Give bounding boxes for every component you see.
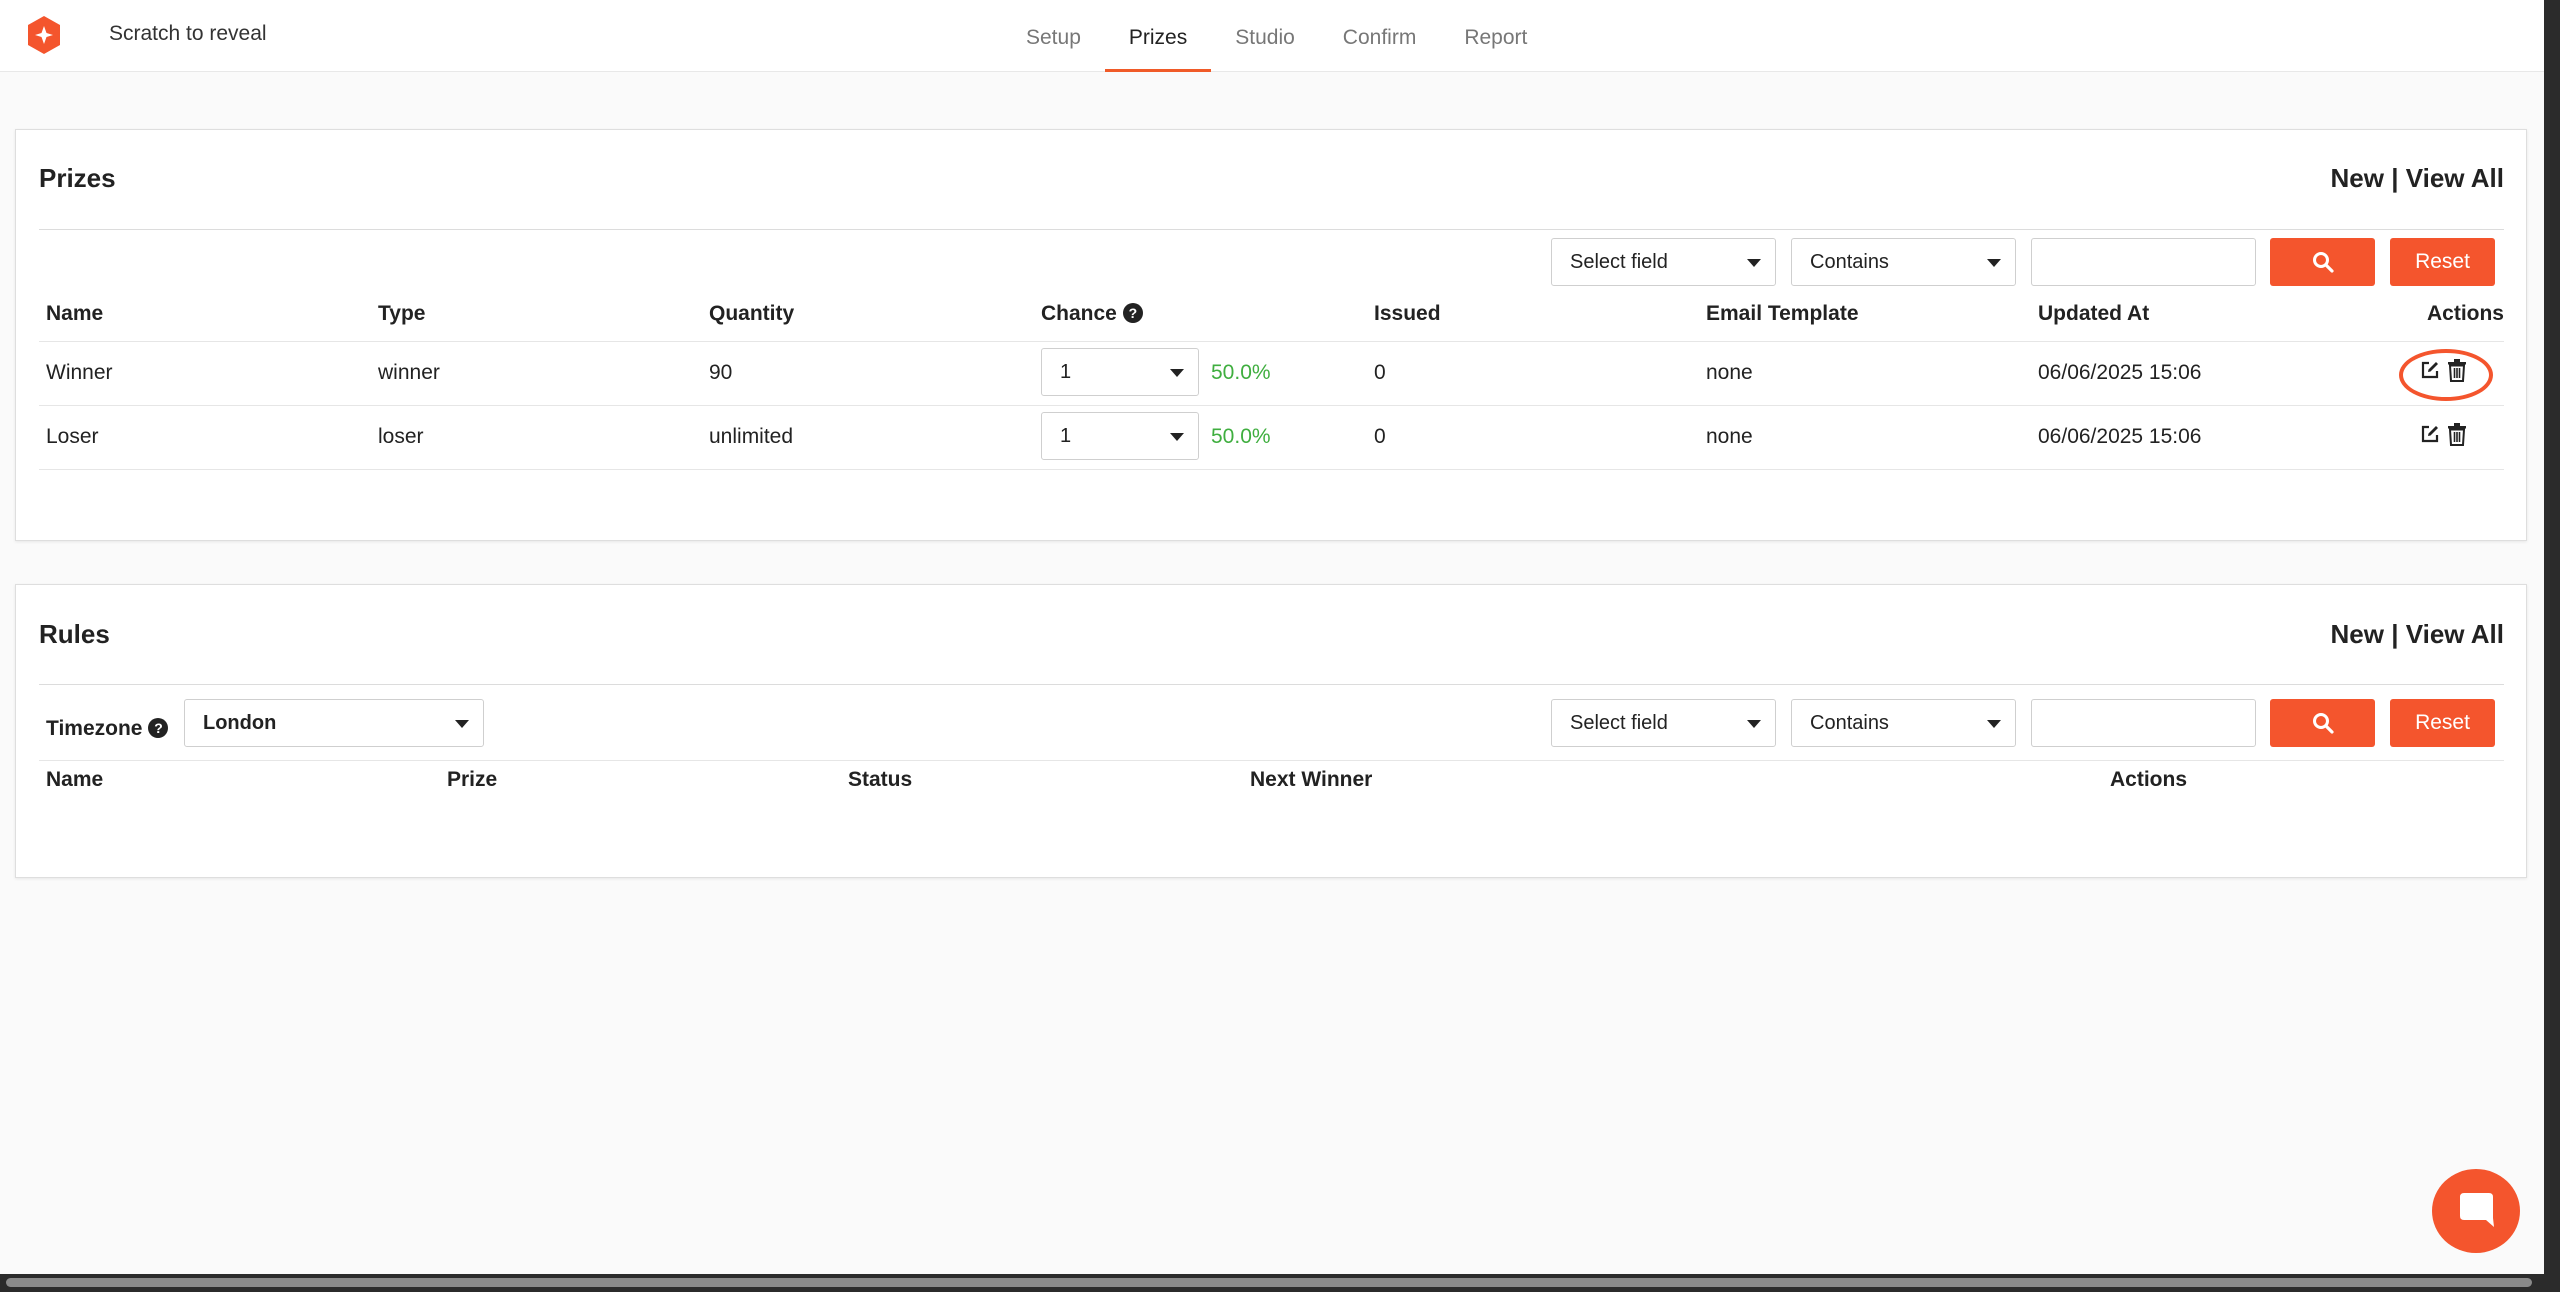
timezone-label-text: Timezone	[46, 717, 143, 740]
link-separator: |	[2391, 163, 2399, 193]
col-name: Name	[46, 302, 104, 325]
field-select-value: Select field	[1570, 712, 1668, 734]
chevron-down-icon	[455, 720, 469, 728]
prizes-field-select[interactable]: Select field	[1551, 238, 1776, 286]
horizontal-scrollbar[interactable]	[0, 1274, 2544, 1292]
timezone-label: Timezone?	[46, 717, 169, 741]
col-status: Status	[848, 768, 913, 791]
prize-name: Loser	[46, 425, 99, 448]
chance-percent: 50.0%	[1211, 425, 1271, 448]
chance-select[interactable]: 1	[1041, 412, 1199, 460]
col-next-winner: Next Winner	[1250, 768, 1373, 791]
row-divider	[39, 405, 2504, 406]
rules-reset-button[interactable]: Reset	[2390, 699, 2495, 747]
col-issued: Issued	[1374, 302, 1441, 325]
field-select-value: Select field	[1570, 251, 1668, 273]
chevron-down-icon	[1747, 259, 1761, 267]
chevron-down-icon	[1987, 259, 2001, 267]
rules-view-all-link[interactable]: View All	[2406, 619, 2504, 649]
prize-type: winner	[378, 361, 440, 384]
rules-card: Rules New | View All Timezone? London Se…	[15, 584, 2527, 878]
timezone-select[interactable]: London	[184, 699, 484, 747]
tab-prizes[interactable]: Prizes	[1104, 0, 1212, 72]
chance-value: 1	[1060, 425, 1072, 447]
scrollbar-thumb[interactable]	[6, 1278, 2532, 1287]
rules-search-input[interactable]	[2031, 699, 2256, 747]
prizes-view-all-link[interactable]: View All	[2406, 163, 2504, 193]
search-icon	[2312, 252, 2334, 273]
prizes-reset-button[interactable]: Reset	[2390, 238, 2495, 286]
prizes-card: Prizes New | View All Select field Conta…	[15, 129, 2527, 541]
prize-name: Winner	[46, 361, 113, 384]
prizes-title: Prizes	[39, 163, 116, 193]
timezone-value: London	[203, 712, 277, 734]
col-actions: Actions	[2426, 302, 2504, 325]
chat-icon	[2460, 1193, 2494, 1227]
col-quantity: Quantity	[709, 302, 795, 325]
row-divider	[39, 469, 2504, 470]
top-bar: Scratch to reveal Setup Prizes Studio Co…	[0, 0, 2544, 72]
prize-updated-at: 06/06/2025 15:06	[2038, 361, 2202, 384]
row-divider	[39, 341, 2504, 342]
col-chance: Chance?	[1041, 302, 1143, 326]
prize-quantity: 90	[709, 361, 733, 384]
edit-icon[interactable]	[2419, 423, 2441, 445]
chance-value: 1	[1060, 361, 1072, 383]
highlight-annotation	[2399, 349, 2493, 401]
help-icon[interactable]: ?	[148, 718, 169, 738]
chat-launcher-button[interactable]	[2432, 1169, 2520, 1253]
search-icon	[2312, 713, 2334, 734]
tab-setup[interactable]: Setup	[1002, 0, 1105, 72]
rules-search-button[interactable]	[2270, 699, 2375, 747]
prize-issued: 0	[1374, 425, 1386, 448]
window-edge	[2544, 0, 2560, 1292]
main-nav: Setup Prizes Studio Confirm Report	[1002, 0, 1551, 72]
col-name: Name	[46, 768, 104, 791]
rules-operator-select[interactable]: Contains	[1791, 699, 2016, 747]
divider	[39, 684, 2504, 685]
operator-select-value: Contains	[1810, 251, 1889, 273]
operator-select-value: Contains	[1810, 712, 1889, 734]
prizes-new-link[interactable]: New	[2331, 163, 2384, 193]
link-separator: |	[2391, 619, 2399, 649]
col-actions: Actions	[2110, 768, 2188, 791]
prize-issued: 0	[1374, 361, 1386, 384]
divider	[39, 229, 2504, 230]
rules-title: Rules	[39, 619, 110, 649]
rules-new-link[interactable]: New	[2331, 619, 2384, 649]
col-type: Type	[378, 302, 426, 325]
trash-icon[interactable]	[2447, 422, 2467, 446]
prize-email-template: none	[1706, 425, 1753, 448]
prize-quantity: unlimited	[709, 425, 794, 448]
chance-percent: 50.0%	[1211, 361, 1271, 384]
chance-select[interactable]: 1	[1041, 348, 1199, 396]
tab-report[interactable]: Report	[1440, 0, 1551, 72]
prizes-header-links: New | View All	[2331, 163, 2504, 194]
col-updated-at: Updated At	[2038, 302, 2150, 325]
col-chance-label: Chance	[1041, 302, 1117, 325]
prizes-search-button[interactable]	[2270, 238, 2375, 286]
prizes-operator-select[interactable]: Contains	[1791, 238, 2016, 286]
col-email-template: Email Template	[1706, 302, 1859, 325]
col-prize: Prize	[447, 768, 498, 791]
chevron-down-icon	[1987, 720, 2001, 728]
rules-header-links: New | View All	[2331, 619, 2504, 650]
help-icon[interactable]: ?	[1122, 303, 1143, 323]
chevron-down-icon	[1170, 433, 1184, 441]
rules-field-select[interactable]: Select field	[1551, 699, 1776, 747]
prize-email-template: none	[1706, 361, 1753, 384]
tab-confirm[interactable]: Confirm	[1319, 0, 1441, 72]
row-divider	[39, 760, 2504, 761]
tab-studio[interactable]: Studio	[1211, 0, 1319, 72]
sparkle-logo-icon[interactable]	[24, 15, 64, 55]
prize-updated-at: 06/06/2025 15:06	[2038, 425, 2202, 448]
prizes-search-input[interactable]	[2031, 238, 2256, 286]
app-title: Scratch to reveal	[109, 22, 267, 45]
chevron-down-icon	[1747, 720, 1761, 728]
prize-type: loser	[378, 425, 424, 448]
chevron-down-icon	[1170, 369, 1184, 377]
